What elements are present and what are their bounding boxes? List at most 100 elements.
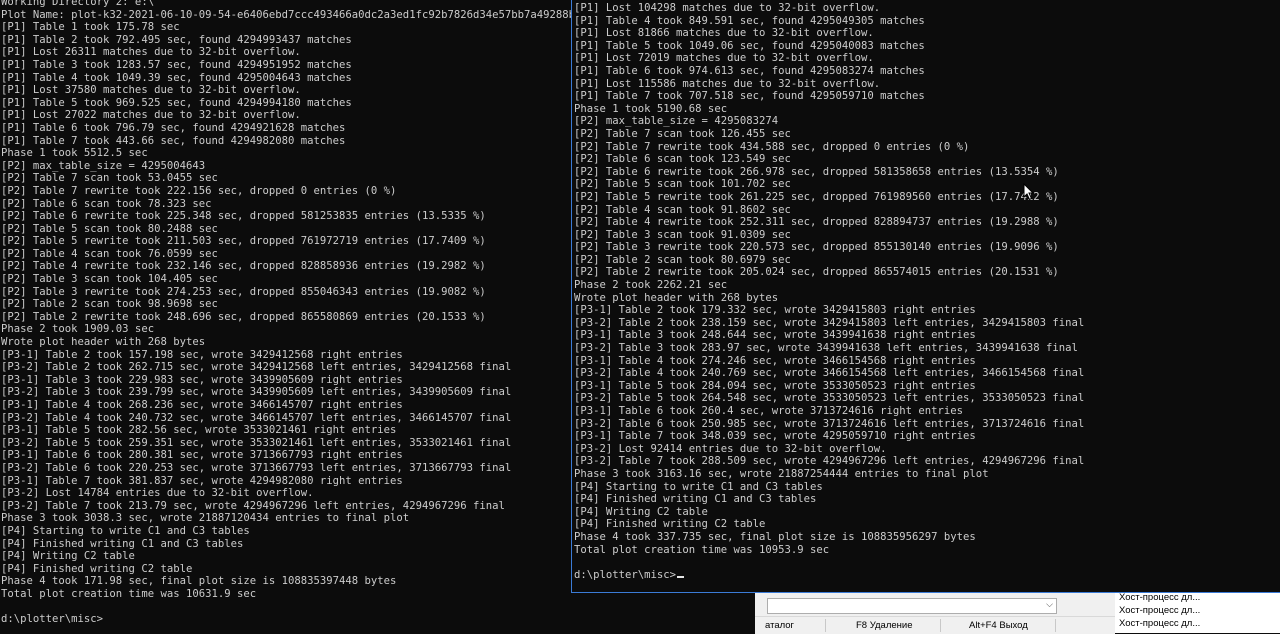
console-line: [P2] Table 3 scan took 91.0309 sec — [574, 228, 791, 241]
console-line: Wrote plot header with 268 bytes — [574, 291, 779, 304]
console-line: Plot Name: plot-k32-2021-06-10-09-54-e64… — [1, 8, 582, 21]
console-line: Phase 4 took 337.735 sec, final plot siz… — [574, 530, 976, 543]
console-line: d:\plotter\misc> — [1, 613, 104, 626]
console-line: [P3-2] Table 5 took 264.548 sec, wrote 3… — [574, 392, 1085, 405]
console-line: [P3-2] Table 2 took 238.159 sec, wrote 3… — [574, 316, 1085, 329]
process-item[interactable]: Хост-процесс дл... — [1119, 592, 1200, 603]
fkey-divider — [825, 619, 826, 632]
console-line: [P2] Table 5 scan took 80.2488 sec — [1, 222, 218, 235]
console-line: [P3-1] Table 4 took 268.236 sec, wrote 3… — [1, 399, 403, 411]
console-line: [P2] Table 7 scan took 53.0455 sec — [1, 172, 218, 185]
console-line: [P1] Table 5 took 969.525 sec, found 429… — [1, 96, 352, 109]
console-line: [P1] Table 2 took 792.495 sec, found 429… — [1, 33, 352, 46]
console-line: [P3-2] Table 7 took 288.509 sec, wrote 4… — [574, 455, 1085, 468]
console-line: [P3-1] Table 4 took 274.246 sec, wrote 3… — [574, 354, 976, 367]
console-line: [P3-2] Table 6 took 250.985 sec, wrote 3… — [574, 417, 1085, 430]
console-line: Phase 1 took 5190.68 sec — [574, 102, 728, 115]
console-line: [P3-2] Table 7 took 213.79 sec, wrote 42… — [1, 499, 505, 512]
console-line: [P3-2] Table 6 took 220.253 sec, wrote 3… — [1, 461, 512, 474]
console-line: [P1] Table 4 took 849.591 sec, found 429… — [574, 14, 925, 27]
console-line: [P1] Table 7 took 443.66 sec, found 4294… — [1, 134, 346, 147]
console-line: [P4] Writing C2 table — [574, 505, 708, 518]
console-line: [P2] Table 2 rewrite took 205.024 sec, d… — [574, 266, 1059, 279]
console-line: [P2] Table 7 rewrite took 434.588 sec, d… — [574, 140, 970, 153]
file-manager-window[interactable]: ⌵ аталог F8 Удаление Alt+F4 Выход Хост-п… — [755, 592, 1280, 634]
console-line: [P2] Table 7 scan took 126.455 sec — [574, 127, 791, 140]
console-line: [P1] Table 3 took 1283.57 sec, found 429… — [1, 58, 352, 71]
console-line: [P3-1] Table 3 took 248.644 sec, wrote 3… — [574, 329, 976, 342]
console-line: [P2] Table 4 rewrite took 252.311 sec, d… — [574, 216, 1059, 229]
console-line: [P4] Starting to write C1 and C3 tables — [574, 480, 823, 493]
console-line: [P2] Table 2 scan took 98.9698 sec — [1, 298, 218, 311]
console-line: [P2] Table 5 rewrite took 261.225 sec, d… — [574, 190, 1059, 203]
console-line: Phase 3 took 3163.16 sec, wrote 21887254… — [574, 467, 989, 480]
console-line: [P2] Table 4 scan took 76.0599 sec — [1, 247, 218, 260]
fkey-exit[interactable]: Alt+F4 Выход — [969, 620, 1028, 631]
console-line: [P2] Table 6 scan took 123.549 sec — [574, 153, 791, 166]
console-line: [P1] Table 5 took 1049.06 sec, found 429… — [574, 39, 925, 52]
console-line: [P2] Table 2 scan took 80.6979 sec — [574, 253, 791, 266]
console-line: [P3-2] Lost 14784 entries due to 32-bit … — [1, 487, 314, 500]
console-line: [P1] Lost 115586 matches due to 32-bit o… — [574, 77, 881, 90]
console-line: [P3-2] Table 4 took 240.769 sec, wrote 3… — [574, 367, 1085, 380]
process-item[interactable]: Хост-процесс дл... — [1119, 605, 1200, 616]
console-line: [P2] Table 6 rewrite took 225.348 sec, d… — [1, 210, 486, 223]
console-line: [P2] Table 4 scan took 91.8602 sec — [574, 203, 791, 216]
console-line: [P2] Table 3 rewrite took 220.573 sec, d… — [574, 241, 1059, 254]
console-line: [P3-1] Table 5 took 284.094 sec, wrote 3… — [574, 379, 976, 392]
console-line: [P2] Table 2 rewrite took 248.696 sec, d… — [1, 310, 486, 323]
console-line: Phase 4 took 171.98 sec, final plot size… — [1, 575, 397, 588]
console-line: [P3-2] Table 3 took 239.799 sec, wrote 3… — [1, 386, 512, 399]
console-line: Phase 2 took 2262.21 sec — [574, 279, 728, 292]
console-line: [P4] Writing C2 table — [1, 550, 135, 563]
console-line: [P3-2] Table 4 took 240.732 sec, wrote 3… — [1, 411, 512, 424]
function-key-bar: аталог F8 Удаление Alt+F4 Выход — [755, 616, 1115, 634]
console-line: [P2] max_table_size = 4295083274 — [574, 115, 779, 128]
console-line: Total plot creation time was 10631.9 sec — [1, 587, 257, 600]
console-line: [P2] Table 4 rewrite took 232.146 sec, d… — [1, 260, 486, 273]
console-line: [P3-1] Table 6 took 280.381 sec, wrote 3… — [1, 449, 403, 462]
console-line: [P4] Finished writing C2 table — [1, 562, 193, 575]
console-line: Total plot creation time was 10953.9 sec — [574, 543, 830, 556]
console-line: [P1] Table 4 took 1049.39 sec, found 429… — [1, 71, 352, 84]
process-list: Хост-процесс дл... Хост-процесс дл... Хо… — [1115, 592, 1280, 633]
console-line: [P3-2] Lost 92414 entries due to 32-bit … — [574, 442, 887, 455]
console-line: [P2] Table 3 rewrite took 274.253 sec, d… — [1, 285, 486, 298]
right-console-window[interactable]: [P1] Lost 104298 matches due to 32-bit o… — [571, 0, 1280, 593]
path-dropdown[interactable]: ⌵ — [767, 598, 1057, 614]
console-line: [P1] Lost 37580 matches due to 32-bit ov… — [1, 84, 301, 97]
left-console-output: Working Directory 2: e:\ Plot Name: plot-… — [1, 0, 581, 626]
fkey-divider — [940, 619, 941, 632]
console-line: Phase 2 took 1909.03 sec — [1, 323, 155, 336]
console-line: [P3-1] Table 2 took 157.198 sec, wrote 3… — [1, 348, 403, 361]
console-line: [P3-1] Table 7 took 381.837 sec, wrote 4… — [1, 474, 403, 487]
chevron-down-icon[interactable]: ⌵ — [1046, 599, 1053, 610]
console-line: [P1] Lost 81866 matches due to 32-bit ov… — [574, 27, 874, 40]
console-line: [P4] Finished writing C1 and C3 tables — [574, 493, 817, 506]
console-line: [P1] Lost 72019 matches due to 32-bit ov… — [574, 52, 874, 65]
console-line: [P1] Lost 27022 matches due to 32-bit ov… — [1, 109, 301, 122]
console-line: Wrote plot header with 268 bytes — [1, 336, 206, 349]
console-line: [P4] Starting to write C1 and C3 tables — [1, 524, 250, 537]
fkey-divider — [1055, 619, 1056, 632]
console-line: Phase 1 took 5512.5 sec — [1, 147, 148, 160]
console-line: [P2] Table 6 scan took 78.323 sec — [1, 197, 212, 210]
console-line: d:\plotter\misc> — [574, 569, 1084, 582]
console-line: [P2] Table 5 rewrite took 211.503 sec, d… — [1, 235, 486, 248]
console-line: [P1] Table 6 took 974.613 sec, found 429… — [574, 64, 925, 77]
console-line: [P2] Table 6 rewrite took 266.978 sec, d… — [574, 165, 1059, 178]
right-console-output: [P1] Lost 104298 matches due to 32-bit o… — [574, 2, 1084, 581]
console-line: [P3-1] Table 6 took 260.4 sec, wrote 371… — [574, 405, 964, 417]
console-line: [P1] Lost 104298 matches due to 32-bit o… — [574, 2, 881, 14]
console-line: [P2] Table 3 scan took 104.405 sec — [1, 273, 218, 286]
console-line: [P4] Finished writing C2 table — [574, 518, 766, 531]
console-line: [P3-2] Table 5 took 259.351 sec, wrote 3… — [1, 436, 512, 449]
process-item[interactable]: Хост-процесс дл... — [1119, 618, 1200, 629]
console-line: [P1] Table 1 took 175.78 sec — [1, 21, 180, 34]
fkey-delete[interactable]: F8 Удаление — [856, 620, 913, 631]
console-line: [P3-2] Table 3 took 283.97 sec, wrote 34… — [574, 342, 1078, 355]
console-line: [P3-1] Table 2 took 179.332 sec, wrote 3… — [574, 304, 976, 317]
fkey-catalog[interactable]: аталог — [765, 620, 794, 631]
console-line: Phase 3 took 3038.3 sec, wrote 218871204… — [1, 512, 410, 525]
